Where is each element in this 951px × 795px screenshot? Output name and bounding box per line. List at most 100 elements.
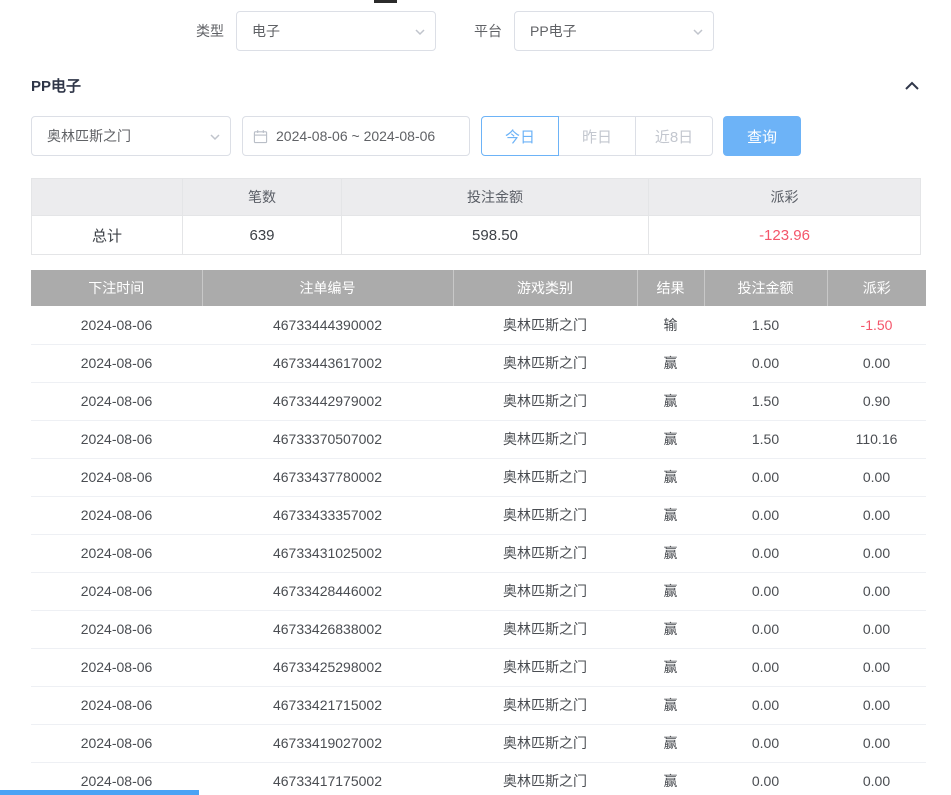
table-row: 2024-08-06 46733433357002 奥林匹斯之门 赢 0.00 …	[31, 496, 926, 534]
summary-header-count: 笔数	[183, 179, 342, 216]
summary-count-value: 639	[183, 216, 342, 255]
cell-bet-time: 2024-08-06	[31, 382, 202, 420]
cell-bet-amount: 1.50	[704, 306, 827, 344]
records-header-result: 结果	[637, 270, 704, 306]
table-row: 2024-08-06 46733425298002 奥林匹斯之门 赢 0.00 …	[31, 648, 926, 686]
cell-result: 赢	[637, 686, 704, 724]
summary-header-blank	[32, 179, 183, 216]
table-row: 2024-08-06 46733419027002 奥林匹斯之门 赢 0.00 …	[31, 724, 926, 762]
records-table-body: 2024-08-06 46733444390002 奥林匹斯之门 输 1.50 …	[31, 306, 926, 795]
records-header-bet-amount: 投注金额	[704, 270, 827, 306]
cell-bet-amount: 0.00	[704, 572, 827, 610]
cell-order-id: 46733444390002	[202, 306, 453, 344]
quick-range-buttons: 今日昨日近8日	[481, 116, 713, 156]
summary-total-row: 总计 639 598.50 -123.96	[32, 216, 921, 255]
cell-bet-time: 2024-08-06	[31, 458, 202, 496]
table-row: 2024-08-06 46733421715002 奥林匹斯之门 赢 0.00 …	[31, 686, 926, 724]
platform-select-value: PP电子	[530, 21, 577, 41]
chevron-up-icon[interactable]	[904, 80, 920, 92]
game-select-value: 奥林匹斯之门	[47, 126, 131, 146]
cell-game-type: 奥林匹斯之门	[453, 762, 637, 795]
summary-bet-amount-value: 598.50	[342, 216, 649, 255]
search-button[interactable]: 查询	[723, 116, 801, 156]
cell-game-type: 奥林匹斯之门	[453, 610, 637, 648]
cell-game-type: 奥林匹斯之门	[453, 572, 637, 610]
cell-payout: -1.50	[827, 306, 926, 344]
cell-order-id: 46733419027002	[202, 724, 453, 762]
cell-result: 赢	[637, 496, 704, 534]
cell-payout: 0.90	[827, 382, 926, 420]
cell-bet-time: 2024-08-06	[31, 724, 202, 762]
section-header: PP电子	[31, 75, 920, 96]
cell-bet-amount: 0.00	[704, 610, 827, 648]
cell-order-id: 46733431025002	[202, 534, 453, 572]
summary-header-payout: 派彩	[649, 179, 921, 216]
summary-header-row: 笔数 投注金额 派彩	[32, 179, 921, 216]
cell-payout: 0.00	[827, 724, 926, 762]
table-row: 2024-08-06 46733437780002 奥林匹斯之门 赢 0.00 …	[31, 458, 926, 496]
date-range-input[interactable]: 2024-08-06 ~ 2024-08-06	[242, 116, 470, 156]
table-row: 2024-08-06 46733428446002 奥林匹斯之门 赢 0.00 …	[31, 572, 926, 610]
cell-payout: 0.00	[827, 762, 926, 795]
summary-payout-value: -123.96	[649, 216, 921, 255]
table-row: 2024-08-06 46733443617002 奥林匹斯之门 赢 0.00 …	[31, 344, 926, 382]
table-row: 2024-08-06 46733370507002 奥林匹斯之门 赢 1.50 …	[31, 420, 926, 458]
cell-bet-amount: 0.00	[704, 344, 827, 382]
cell-order-id: 46733433357002	[202, 496, 453, 534]
quick-range-button[interactable]: 昨日	[558, 116, 636, 156]
quick-range-button[interactable]: 近8日	[635, 116, 713, 156]
cell-payout: 0.00	[827, 572, 926, 610]
table-row: 2024-08-06 46733426838002 奥林匹斯之门 赢 0.00 …	[31, 610, 926, 648]
summary-table: 笔数 投注金额 派彩 总计 639 598.50 -123.96	[31, 178, 921, 255]
cell-order-id: 46733425298002	[202, 648, 453, 686]
cell-game-type: 奥林匹斯之门	[453, 306, 637, 344]
cell-bet-amount: 0.00	[704, 648, 827, 686]
cell-game-type: 奥林匹斯之门	[453, 458, 637, 496]
section-title: PP电子	[31, 75, 81, 96]
type-select-value: 电子	[252, 21, 280, 41]
cell-result: 赢	[637, 572, 704, 610]
cell-bet-time: 2024-08-06	[31, 496, 202, 534]
cell-payout: 0.00	[827, 648, 926, 686]
cell-bet-time: 2024-08-06	[31, 306, 202, 344]
chevron-down-icon	[414, 26, 426, 38]
cell-order-id: 46733428446002	[202, 572, 453, 610]
top-scrollbar-thumb	[374, 0, 397, 3]
cell-result: 赢	[637, 458, 704, 496]
horizontal-scrollbar-thumb[interactable]	[0, 790, 199, 795]
cell-order-id: 46733443617002	[202, 344, 453, 382]
cell-game-type: 奥林匹斯之门	[453, 648, 637, 686]
cell-game-type: 奥林匹斯之门	[453, 496, 637, 534]
type-select[interactable]: 电子	[236, 11, 436, 51]
table-row: 2024-08-06 46733442979002 奥林匹斯之门 赢 1.50 …	[31, 382, 926, 420]
game-select[interactable]: 奥林匹斯之门	[31, 116, 231, 156]
calendar-icon	[253, 129, 268, 144]
query-row: 奥林匹斯之门 2024-08-06 ~ 2024-08-06 今日昨日近8日 查…	[31, 116, 951, 156]
cell-bet-amount: 0.00	[704, 534, 827, 572]
cell-result: 赢	[637, 344, 704, 382]
records-table: 下注时间 注单编号 游戏类别 结果 投注金额 派彩 2024-08-06 467…	[31, 270, 926, 795]
quick-range-button[interactable]: 今日	[481, 116, 559, 156]
cell-bet-time: 2024-08-06	[31, 648, 202, 686]
cell-result: 输	[637, 306, 704, 344]
cell-payout: 0.00	[827, 496, 926, 534]
cell-game-type: 奥林匹斯之门	[453, 420, 637, 458]
cell-bet-time: 2024-08-06	[31, 686, 202, 724]
cell-bet-amount: 0.00	[704, 686, 827, 724]
cell-order-id: 46733442979002	[202, 382, 453, 420]
cell-payout: 110.16	[827, 420, 926, 458]
cell-order-id: 46733370507002	[202, 420, 453, 458]
platform-select[interactable]: PP电子	[514, 11, 714, 51]
cell-game-type: 奥林匹斯之门	[453, 724, 637, 762]
cell-bet-time: 2024-08-06	[31, 534, 202, 572]
cell-bet-amount: 0.00	[704, 496, 827, 534]
records-header-row: 下注时间 注单编号 游戏类别 结果 投注金额 派彩	[31, 270, 926, 306]
cell-game-type: 奥林匹斯之门	[453, 686, 637, 724]
cell-payout: 0.00	[827, 534, 926, 572]
platform-label: 平台	[474, 21, 502, 41]
chevron-down-icon	[692, 26, 704, 38]
cell-game-type: 奥林匹斯之门	[453, 382, 637, 420]
cell-bet-time: 2024-08-06	[31, 610, 202, 648]
cell-result: 赢	[637, 724, 704, 762]
records-header-order-id: 注单编号	[202, 270, 453, 306]
